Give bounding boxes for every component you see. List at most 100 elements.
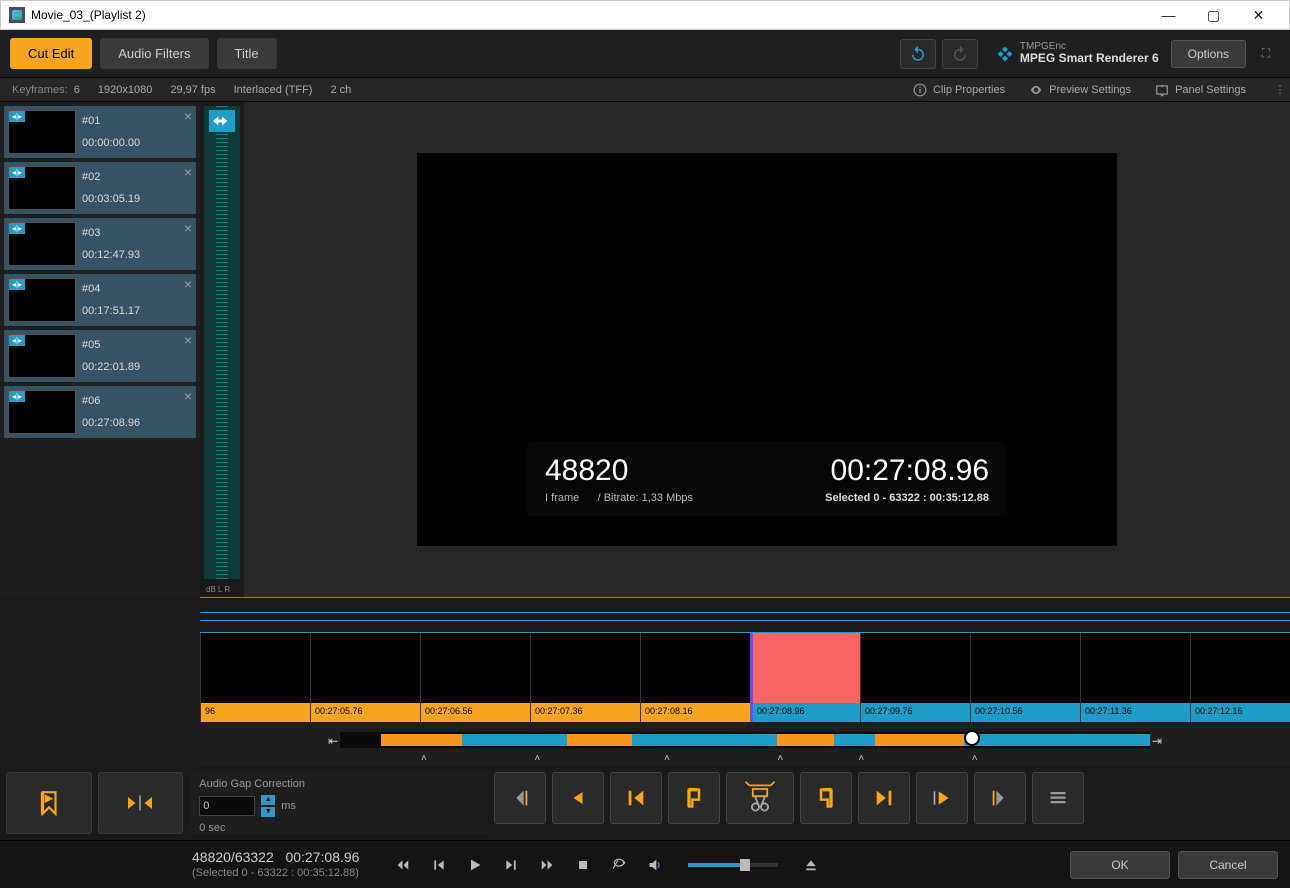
clip-item[interactable]: ◂|▸ #01 00:00:00.00 ×	[4, 106, 196, 158]
nav-segment[interactable]	[875, 734, 964, 746]
brand-icon	[996, 45, 1014, 63]
minimize-button[interactable]: —	[1146, 1, 1191, 29]
nav-caret-icon[interactable]: ˄	[858, 753, 864, 764]
thumbnail-cell[interactable]: 00:27:07.36	[530, 633, 640, 722]
preview-settings-menu[interactable]: Preview Settings	[1029, 83, 1131, 97]
info-bar: Keyframes: 6 1920x1080 29,97 fps Interla…	[0, 78, 1290, 102]
thumb-timecode: 96	[201, 703, 310, 722]
clip-remove-button[interactable]: ×	[184, 276, 192, 292]
thumbnail-cell[interactable]: 00:27:10.56	[970, 633, 1080, 722]
clip-timecode: 00:22:01.89	[82, 361, 140, 373]
volume-slider[interactable]	[688, 863, 778, 867]
loop-button[interactable]	[608, 854, 630, 876]
navigator-track[interactable]: ˄˄˄˄˄˄	[340, 732, 1150, 748]
split-button[interactable]	[98, 772, 184, 834]
selection-display: Selected 0 - 63322 : 00:35:12.88	[825, 492, 989, 504]
nav-caret-icon[interactable]: ˄	[664, 753, 670, 764]
set-out-button[interactable]	[800, 772, 852, 824]
in-out-marker-icon[interactable]	[209, 110, 235, 132]
clip-item[interactable]: ◂|▸ #02 00:03:05.19 ×	[4, 162, 196, 214]
close-button[interactable]: ✕	[1236, 1, 1281, 29]
thumbnail-cell[interactable]: 00:27:05.76	[310, 633, 420, 722]
nav-end-icon[interactable]: ⇥	[1152, 734, 1162, 748]
fast-forward-button[interactable]	[536, 854, 558, 876]
prev-edit-button[interactable]	[494, 772, 546, 824]
thumbnail-cell[interactable]: 00:27:08.16	[640, 633, 750, 722]
title-button[interactable]: Title	[217, 38, 277, 69]
nav-segment[interactable]	[381, 734, 462, 746]
frame-forward-button[interactable]	[500, 854, 522, 876]
playback-selection: (Selected 0 - 63322 : 00:35:12.88)	[192, 866, 392, 880]
info-icon	[913, 83, 927, 97]
thumbnail-strip[interactable]: 9600:27:05.7600:27:06.5600:27:07.3600:27…	[200, 633, 1290, 722]
set-in-button[interactable]	[668, 772, 720, 824]
stop-button[interactable]	[572, 854, 594, 876]
cut-selection-button[interactable]	[726, 772, 794, 824]
clip-thumbnail: ◂|▸	[8, 222, 76, 266]
ok-button[interactable]: OK	[1070, 851, 1170, 879]
nav-caret-icon[interactable]: ˄	[421, 753, 427, 764]
more-icon[interactable]: ⋮	[1270, 83, 1290, 96]
list-button[interactable]	[1032, 772, 1084, 824]
next-edit-button[interactable]	[974, 772, 1026, 824]
nav-segment[interactable]	[632, 734, 778, 746]
cancel-button[interactable]: Cancel	[1178, 851, 1278, 879]
nav-segment[interactable]	[834, 734, 875, 746]
clip-properties-menu[interactable]: Clip Properties	[913, 83, 1005, 97]
nav-segment[interactable]	[462, 734, 567, 746]
clip-item[interactable]: ◂|▸ #03 00:12:47.93 ×	[4, 218, 196, 270]
audio-level-strip: dB L R	[200, 102, 244, 597]
thumbnail-cell[interactable]: 00:27:08.96	[750, 633, 860, 722]
clip-remove-button[interactable]: ×	[184, 220, 192, 236]
nav-segment[interactable]	[567, 734, 632, 746]
step-back-button[interactable]	[552, 772, 604, 824]
clip-remove-button[interactable]: ×	[184, 388, 192, 404]
nav-start-icon[interactable]: ⇤	[328, 734, 338, 748]
clip-remove-button[interactable]: ×	[184, 332, 192, 348]
rewind-button[interactable]	[392, 854, 414, 876]
goto-out-button[interactable]	[858, 772, 910, 824]
nav-caret-icon[interactable]: ˄	[777, 753, 783, 764]
clip-item[interactable]: ◂|▸ #04 00:17:51.17 ×	[4, 274, 196, 326]
clip-remove-button[interactable]: ×	[184, 164, 192, 180]
nav-caret-icon[interactable]: ˄	[972, 753, 978, 764]
clip-remove-button[interactable]: ×	[184, 108, 192, 124]
audio-filters-button[interactable]: Audio Filters	[100, 38, 208, 69]
clip-item[interactable]: ◂|▸ #06 00:27:08.96 ×	[4, 386, 196, 438]
nav-segment[interactable]	[964, 734, 1150, 746]
audio-gap-spinner[interactable]: ▲▼	[261, 794, 275, 818]
play-button[interactable]	[464, 854, 486, 876]
thumbnail-cell[interactable]: 96	[200, 633, 310, 722]
nav-segment[interactable]	[777, 734, 834, 746]
thumb-timecode: 00:27:06.56	[421, 703, 530, 722]
fullscreen-toggle[interactable]: ⛶	[1252, 40, 1280, 68]
set-marker-button[interactable]	[6, 772, 92, 834]
nav-caret-icon[interactable]: ˄	[534, 753, 540, 764]
thumbnail-cell[interactable]: 00:27:12.16	[1190, 633, 1290, 722]
thumbnail-cell[interactable]: 00:27:11.36	[1080, 633, 1190, 722]
eye-icon	[1029, 83, 1043, 97]
maximize-button[interactable]: ▢	[1191, 1, 1236, 29]
audio-gap-input[interactable]	[199, 796, 255, 816]
frame-back-button[interactable]	[428, 854, 450, 876]
thumbnail-cell[interactable]: 00:27:06.56	[420, 633, 530, 722]
thumbnail-cell[interactable]: 00:27:09.76	[860, 633, 970, 722]
cut-edit-button[interactable]: Cut Edit	[10, 38, 92, 69]
undo-button[interactable]	[900, 39, 936, 69]
thumb-timecode: 00:27:09.76	[861, 703, 970, 722]
step-forward-button[interactable]	[916, 772, 968, 824]
goto-in-button[interactable]	[610, 772, 662, 824]
eject-button[interactable]	[800, 854, 822, 876]
thumb-timecode: 00:27:11.36	[1081, 703, 1190, 722]
clip-timecode: 00:17:51.17	[82, 305, 140, 317]
navigator-bar[interactable]: ⇤ ˄˄˄˄˄˄ ⇥	[200, 722, 1290, 766]
redo-button[interactable]	[942, 39, 978, 69]
nav-playhead[interactable]	[964, 730, 980, 746]
clip-timecode: 00:12:47.93	[82, 249, 140, 261]
clip-item[interactable]: ◂|▸ #05 00:22:01.89 ×	[4, 330, 196, 382]
panel-settings-menu[interactable]: Panel Settings	[1155, 83, 1246, 97]
timeline-ruler[interactable]	[200, 597, 1290, 633]
thumb-timecode: 00:27:08.96	[753, 703, 860, 722]
options-button[interactable]: Options	[1171, 40, 1246, 68]
volume-icon[interactable]	[644, 854, 666, 876]
